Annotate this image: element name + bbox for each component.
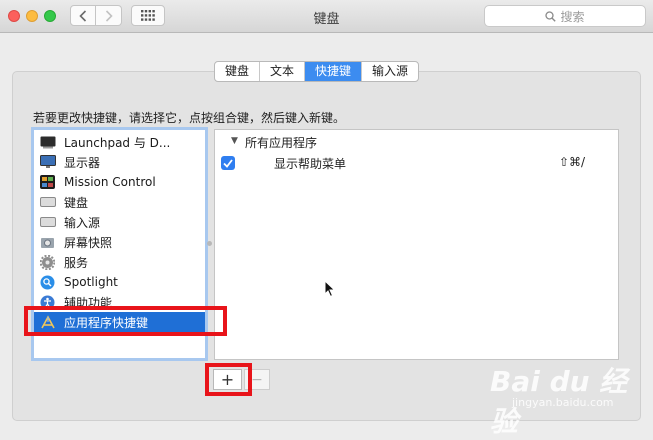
tab-keyboard[interactable]: 键盘	[215, 62, 261, 81]
category-item-launchpad[interactable]: Launchpad 与 D...	[34, 132, 205, 152]
search-field[interactable]: 搜索	[484, 5, 646, 27]
disclosure-triangle-icon[interactable]: ▼	[231, 136, 238, 146]
shortcut-list[interactable]: ▼ 所有应用程序 显示帮助菜单 ⇧⌘/	[214, 129, 619, 360]
group-label: 所有应用程序	[245, 136, 318, 150]
display-icon	[39, 155, 56, 170]
search-placeholder: 搜索	[560, 9, 585, 24]
category-label: 显示器	[64, 155, 101, 170]
spotlight-icon	[39, 275, 56, 290]
watermark: Bai du 经验 jingyan.baidu.com	[490, 358, 650, 438]
shortcut-label[interactable]: 显示帮助菜单	[274, 155, 346, 172]
input-source-icon	[39, 215, 56, 230]
category-label: Launchpad 与 D...	[64, 135, 171, 150]
category-item-spotlight[interactable]: Spotlight	[34, 272, 205, 292]
category-label: Mission Control	[64, 175, 156, 189]
tab-input-sources[interactable]: 输入源	[362, 62, 418, 81]
category-label: Spotlight	[64, 275, 118, 289]
split-view-handle[interactable]	[207, 241, 212, 246]
category-label: 键盘	[64, 195, 89, 210]
search-icon	[545, 10, 557, 22]
keyboard-icon	[39, 195, 56, 210]
watermark-site: jingyan.baidu.com	[512, 396, 614, 409]
mouse-cursor-icon	[324, 280, 336, 298]
category-label: 屏幕快照	[64, 235, 113, 250]
title-bar: 键盘 搜索	[0, 0, 653, 33]
launchpad-icon	[39, 135, 56, 150]
category-label: 服务	[64, 255, 89, 270]
mission-control-icon	[39, 175, 56, 190]
instruction-text: 若要更改快捷键，请选择它，点按组合键，然后键入新键。	[33, 111, 346, 125]
checkmark-icon	[223, 158, 233, 168]
gear-icon	[39, 254, 56, 270]
tab-shortcuts[interactable]: 快捷键	[305, 62, 363, 81]
category-label: 输入源	[64, 215, 101, 230]
category-item-input-source[interactable]: 输入源	[34, 212, 205, 232]
tab-text[interactable]: 文本	[260, 62, 306, 81]
category-item-keyboard[interactable]: 键盘	[34, 192, 205, 212]
shortcut-keys[interactable]: ⇧⌘/	[559, 155, 585, 169]
shortcut-group-all-apps[interactable]: ▼ 所有应用程序	[231, 134, 318, 151]
shortcut-enabled-checkbox[interactable]	[221, 156, 235, 170]
category-item-screenshot[interactable]: 屏幕快照	[34, 232, 205, 252]
category-item-services[interactable]: 服务	[34, 252, 205, 272]
category-item-mission-control[interactable]: Mission Control	[34, 172, 205, 192]
highlight-box-app-shortcuts	[24, 306, 227, 336]
highlight-box-add-button	[205, 363, 252, 396]
category-item-display[interactable]: 显示器	[34, 152, 205, 172]
screenshot-icon	[39, 235, 56, 250]
tab-bar: 键盘 文本 快捷键 输入源	[214, 61, 420, 82]
